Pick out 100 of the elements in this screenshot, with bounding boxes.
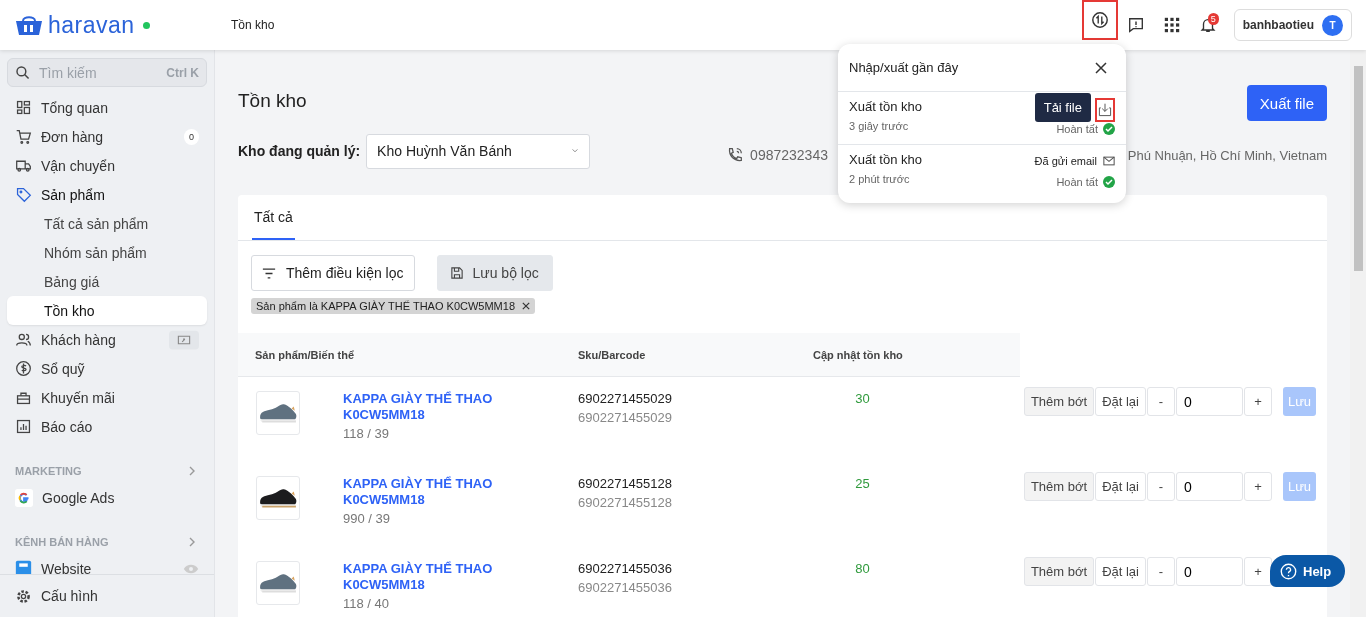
dollar-icon (15, 360, 32, 377)
sidebar-item[interactable]: Tổng quan (7, 93, 207, 122)
increment-button[interactable]: + (1244, 387, 1272, 416)
user-avatar: T (1322, 14, 1343, 36)
stock-quantity: 25 (855, 476, 870, 493)
mode-toggle[interactable]: Thêm bớt (1023, 472, 1095, 501)
close-icon[interactable] (1095, 61, 1107, 74)
grid-icon (1163, 17, 1180, 33)
tab[interactable]: Tất cả (252, 195, 295, 240)
google-g-icon (15, 488, 33, 507)
barcode-text: 6902271455128 (578, 495, 673, 510)
status-text: Hoàn tất (1056, 176, 1098, 188)
dashboard-icon (15, 99, 32, 116)
export-title: Xuất tồn kho (849, 99, 922, 114)
settings-item[interactable]: Cấu hình (0, 574, 214, 617)
sidebar-item[interactable]: Khách hàng (7, 325, 207, 354)
barcode-text: 6902271455029 (578, 410, 673, 425)
quantity-input[interactable]: 0 (1176, 472, 1243, 501)
notification-button[interactable]: 5 (1189, 7, 1226, 43)
filter-chip-label: Sản phẩm là KAPPA GIÀY THỂ THAO K0CW5MM18 (256, 300, 515, 312)
warehouse-select[interactable]: Kho Huỳnh Văn Bánh (366, 133, 591, 169)
message-alert-icon (1126, 16, 1145, 34)
variant-text: 990 / 39 (343, 511, 391, 526)
close-icon[interactable] (522, 302, 530, 310)
sidebar-item[interactable]: Google Ads (7, 483, 207, 512)
stock-quantity: 30 (855, 391, 870, 408)
notification-count: 5 (1207, 13, 1219, 25)
export-time: 2 phút trước (849, 173, 911, 185)
barcode-text: 6902271455036 (578, 580, 673, 595)
product-link[interactable]: KAPPA GIÀY THỂ THAO K0CW5MM18 (343, 391, 513, 423)
sidebar-subitem[interactable]: Tất cả sản phẩm (7, 209, 207, 238)
count-badge: 0 (184, 128, 199, 145)
page-title: Tồn kho (238, 90, 307, 112)
sku-text: 6902271455128 (578, 476, 673, 491)
column-header: Cập nhật tồn kho (813, 348, 903, 361)
logo-icon (14, 13, 44, 37)
mode-toggle[interactable]: Đặt lại (1095, 472, 1146, 501)
section-heading: KÊNH BÁN HÀNG (15, 536, 109, 548)
sidebar-item[interactable]: Khuyến mãi (7, 383, 207, 412)
search-input[interactable]: Tìm kiếm (39, 64, 149, 81)
chart-icon (15, 418, 32, 435)
users-icon (15, 331, 32, 348)
sidebar-item[interactable]: Website (7, 554, 207, 574)
export-time: 3 giây trước (849, 120, 910, 132)
product-link[interactable]: KAPPA GIÀY THỂ THAO K0CW5MM18 (343, 561, 513, 593)
sidebar-subitem[interactable]: Bảng giá (7, 267, 207, 296)
variant-text: 118 / 39 (343, 426, 391, 441)
sidebar-item[interactable]: Sản phẩm (7, 180, 207, 209)
email-sent-label: Đã gửi email (1034, 155, 1097, 167)
check-icon (1103, 123, 1115, 135)
export-button[interactable]: Xuất file (1246, 85, 1327, 121)
quantity-input[interactable]: 0 (1176, 557, 1243, 586)
decrement-button[interactable]: - (1147, 472, 1175, 501)
section-heading: MARKETING (15, 465, 82, 477)
increment-button[interactable]: + (1244, 472, 1272, 501)
tooltip: Tải file (1034, 93, 1091, 122)
save-filter-button[interactable]: Lưu bộ lọc (436, 255, 553, 291)
search-icon (15, 64, 31, 81)
brand-name[interactable]: haravan (48, 11, 135, 39)
sidebar-item[interactable]: Sổ quỹ (7, 354, 207, 383)
shortcut-hint: Ctrl K (166, 65, 199, 80)
warehouse-label: Kho đang quản lý: (238, 143, 361, 159)
tag-icon (15, 186, 32, 203)
increment-button[interactable]: + (1244, 557, 1272, 586)
status-text: Hoàn tất (1056, 123, 1098, 135)
phone-icon (726, 146, 745, 164)
decrement-button[interactable]: - (1147, 387, 1175, 416)
import-export-button[interactable] (1081, 0, 1118, 40)
variant-text: 118 / 40 (343, 596, 391, 611)
user-menu[interactable]: banhbaotieu T (1233, 9, 1352, 41)
download-icon[interactable] (1095, 98, 1115, 122)
mode-toggle[interactable]: Thêm bớt (1023, 387, 1095, 416)
chevron-down-icon (571, 147, 580, 155)
decrement-button[interactable]: - (1147, 557, 1175, 586)
sidebar-item[interactable]: Báo cáo (7, 412, 207, 441)
mail-icon (1103, 156, 1115, 166)
mode-toggle[interactable]: Thêm bớt (1023, 557, 1095, 586)
scrollbar[interactable] (1350, 50, 1366, 617)
question-icon (1280, 562, 1297, 580)
sidebar-subitem[interactable]: Tồn kho (7, 296, 207, 325)
add-filter-button[interactable]: Thêm điều kiện lọc (251, 255, 415, 291)
sku-text: 6902271455029 (578, 391, 673, 406)
arrows-circle-icon (1090, 11, 1109, 29)
product-link[interactable]: KAPPA GIÀY THỂ THAO K0CW5MM18 (343, 476, 513, 508)
popover-title: Nhập/xuất gần đây (849, 60, 959, 75)
mode-toggle[interactable]: Đặt lại (1095, 557, 1146, 586)
sidebar-item[interactable]: Vận chuyển (7, 151, 207, 180)
status-dot (142, 21, 150, 29)
sidebar-item[interactable]: Đơn hàng 0 (7, 122, 207, 151)
website-icon (15, 560, 32, 574)
settings-icon (15, 587, 32, 605)
quantity-input[interactable]: 0 (1176, 387, 1243, 416)
warehouse-address: Phú Nhuận, Hồ Chí Minh, Vietnam (1127, 147, 1327, 163)
column-header: Sku/Barcode (578, 348, 646, 361)
column-header: Sản phẩm/Biến thể (255, 348, 355, 361)
stock-quantity: 80 (855, 561, 870, 578)
help-button[interactable]: Help (1270, 555, 1346, 587)
sidebar-subitem[interactable]: Nhóm sản phẩm (7, 238, 207, 267)
export-title: Xuất tồn kho (849, 152, 922, 167)
mode-toggle[interactable]: Đặt lại (1095, 387, 1146, 416)
